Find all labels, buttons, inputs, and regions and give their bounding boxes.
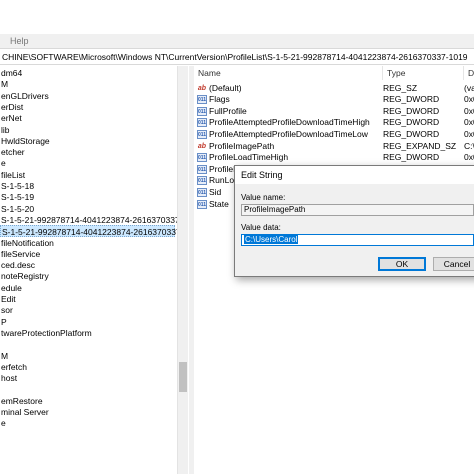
edit-string-dialog: Edit String Value name: ProfileImagePath… [234,165,474,277]
value-type: REG_DWORD [383,152,440,163]
dialog-body: Value name: ProfileImagePath Value data:… [235,184,474,276]
value-data: 0x0 [464,105,474,116]
value-type: REG_DWORD [383,94,440,105]
tree-item[interactable]: e [0,417,6,429]
value-data: 0x0 [464,94,474,105]
value-type: REG_DWORD [383,128,440,139]
menu-help[interactable]: Help [10,36,29,46]
value-name-field[interactable]: ProfileImagePath [241,204,474,216]
tree-item[interactable]: HwldStorage [0,135,50,147]
tree-item[interactable]: fileNotification [0,237,54,249]
tree-item[interactable]: erNet [0,112,22,124]
value-name: ProfileImagePath [209,140,275,151]
column-type[interactable]: Type [383,66,464,80]
value-data: C:\ [464,140,474,151]
value-data: (va [464,82,474,93]
tree-item[interactable]: fileService [0,248,40,260]
binary-value-icon: 011 [197,199,207,209]
tree-item[interactable]: emRestore [0,395,43,407]
tree-item[interactable]: M [0,350,8,362]
ok-button[interactable]: OK [378,257,426,271]
value-row[interactable]: ab ProfileImagePath REG_EXPAND_SZ C:\ [194,141,474,153]
dialog-title: Edit String [241,170,283,180]
value-name: (Default) [209,82,242,93]
tree-item[interactable]: fileList [0,169,25,181]
value-type: REG_SZ [383,82,418,93]
tree-item[interactable]: lib [0,124,10,136]
tree-item[interactable] [0,338,1,350]
tree-item[interactable]: noteRegistry [0,270,49,282]
tree-item[interactable]: etcher [0,146,25,158]
tree-item[interactable]: twareProtectionPlatform [0,327,92,339]
tree-item[interactable]: dm64 [0,67,22,79]
tree-item[interactable]: S-1-5-21-992878714-4041223874-2616370337… [0,225,177,238]
value-type: REG_DWORD [383,105,440,116]
tree-item[interactable]: erfetch [0,361,27,373]
value-type: REG_DWORD [383,117,440,128]
value-row[interactable]: 011ProfileLoadTimeHigh REG_DWORD 0x0 [194,152,474,164]
binary-value-icon: 011 [197,106,207,116]
value-data: 0x0 [464,152,474,163]
tree-item[interactable]: minal Server [0,406,49,418]
value-data-field[interactable]: C:\Users\Carol [241,234,474,246]
binary-value-icon: 011 [197,95,207,105]
binary-value-icon: 011 [197,129,207,139]
value-name: ProfileLoadTimeHigh [209,152,289,163]
dialog-title-bar[interactable]: Edit String [235,166,474,184]
value-data: 0x0 [464,117,474,128]
tree-item[interactable]: sor [0,304,13,316]
binary-value-icon: 011 [197,153,207,163]
tree-item[interactable]: e [0,157,6,169]
value-data-selected-text: C:\Users\Carol [244,235,299,244]
tree-item[interactable]: S-1-5-18 [0,180,34,192]
value-name: Sid [209,186,222,197]
tree-item[interactable]: ced.desc [0,259,35,271]
binary-value-icon: 011 [197,187,207,197]
value-name: Flags [209,94,230,105]
binary-value-icon: 011 [197,118,207,128]
menu-bar: Help [0,34,474,48]
tree-scrollbar[interactable] [177,66,188,474]
tree-item[interactable]: M [0,78,8,90]
tree-item[interactable]: Edit [0,293,16,305]
tree-item[interactable]: S-1-5-19 [0,191,34,203]
value-row[interactable]: ab (Default) REG_SZ (va [194,83,474,95]
value-row[interactable]: 011Flags REG_DWORD 0x0 [194,94,474,106]
tree-item[interactable]: P [0,316,7,328]
value-name-label: Value name: [241,193,286,202]
tree-item[interactable]: S-1-5-21-992878714-4041223874-2616370337… [0,214,177,226]
tree-item[interactable] [0,383,1,395]
registry-tree: dm64 MenGLDrivers erDist erNet lib HwldStorag… [0,66,177,474]
binary-value-icon: 011 [197,164,207,174]
value-row[interactable]: 011 ProfileAttemptedProfileDownloadTimeHi… [194,117,474,129]
column-data[interactable]: Da [464,66,474,80]
cancel-button[interactable]: Cancel [433,257,474,271]
binary-value-icon: 011 [197,176,207,186]
tree-item[interactable]: host [0,372,17,384]
string-value-icon: ab [197,84,207,92]
tree-item[interactable]: edule [0,282,22,294]
tree-item[interactable]: erDist [0,101,23,113]
value-name: State [209,198,229,209]
address-bar[interactable]: CHINE\SOFTWARE\Microsoft\Windows NT\Curr… [0,48,474,65]
value-name: ProfileAttemptedProfileDownloadTimeLow [209,128,368,139]
value-row[interactable]: 011FullProfile REG_DWORD 0x0 [194,106,474,118]
value-name: FullProfile [209,105,247,116]
string-value-icon: ab [197,142,207,150]
tree-item[interactable]: enGLDrivers [0,90,49,102]
tree-item[interactable]: S-1-5-20 [0,203,34,215]
value-name: ProfileAttemptedProfileDownloadTimeHigh [209,117,370,128]
value-type: REG_EXPAND_SZ [383,140,457,151]
value-data: 0x0 [464,128,474,139]
column-name[interactable]: Name [194,66,383,80]
address-path: CHINE\SOFTWARE\Microsoft\Windows NT\Curr… [2,52,468,62]
value-row[interactable]: 011 ProfileAttemptedProfileDownloadTimeLo… [194,129,474,141]
value-data-label: Value data: [241,223,281,232]
scrollbar-thumb[interactable] [179,362,187,392]
